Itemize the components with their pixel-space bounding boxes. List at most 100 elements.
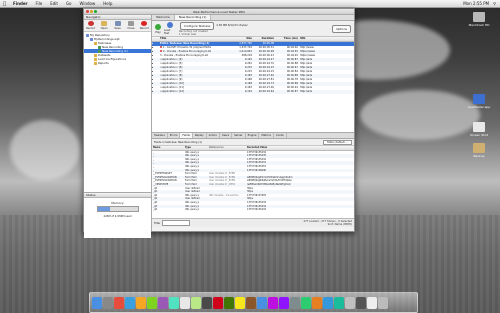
options-button[interactable]: Options <box>332 24 351 33</box>
clock[interactable]: Mon 2:55 PM <box>463 1 489 6</box>
configure-testcase-button[interactable]: Configure Testcase <box>180 21 215 30</box>
record-button[interactable]: Record <box>84 20 97 31</box>
desktop-icon-backup[interactable]: Backup <box>466 143 492 158</box>
field-type: URL query p <box>185 208 200 212</box>
record-button-2[interactable]: Record <box>138 20 151 31</box>
filter-input[interactable] <box>162 220 191 226</box>
menu-go[interactable]: Go <box>62 1 76 6</box>
dock-app-icon[interactable] <box>92 297 102 309</box>
desktop-icon-screenshot[interactable]: Screen Shot <box>466 122 492 137</box>
close-button[interactable]: Close <box>124 20 137 31</box>
app-window: Web Performance Load Tester PRO Navigato… <box>83 8 355 238</box>
col-title[interactable]: Title <box>160 37 234 41</box>
detail-tab[interactable]: Headers <box>152 133 168 138</box>
dock-app-icon[interactable] <box>268 297 278 309</box>
save-button[interactable]: Save <box>111 20 124 31</box>
dock-app-icon[interactable] <box>345 297 355 309</box>
play-button[interactable]: Play <box>152 23 164 34</box>
desktop-icon-label: Macintosh HD <box>468 23 490 27</box>
load-test-button[interactable]: Load Test <box>164 22 176 35</box>
dock-app-icon[interactable] <box>147 297 157 309</box>
detail-tab[interactable]: Actors <box>207 133 220 138</box>
table-row[interactable]: ▸ <application> [12] 9,119 00:00:24.64 00:00… <box>152 90 354 94</box>
detail-tab[interactable]: Metrics <box>259 133 274 138</box>
dock-app-icon[interactable] <box>367 297 377 309</box>
tool-label: Record <box>139 27 149 30</box>
dock-app-icon[interactable] <box>323 297 333 309</box>
detail-tab[interactable]: Engine <box>246 133 260 138</box>
navigator-toolbar: Record Open Save Close Record <box>84 20 151 32</box>
dock-app-icon[interactable] <box>279 297 289 309</box>
col-type[interactable]: Type <box>185 146 209 150</box>
dock-app-icon[interactable] <box>312 297 322 309</box>
detail-tab[interactable]: Errors <box>168 133 181 138</box>
open-button[interactable]: Open <box>97 20 110 31</box>
dock-app-icon[interactable] <box>246 297 256 309</box>
dock-app-icon[interactable] <box>180 297 190 309</box>
tool-label: Record <box>86 27 96 30</box>
field-row[interactable]: _qlt URL query p 1375736135434 <box>152 208 354 212</box>
fields-label: Fields in testcase: New Recording (1) <box>154 140 202 144</box>
close-window-button[interactable] <box>86 10 89 13</box>
dock-app-icon[interactable] <box>114 297 124 309</box>
fields-view-select[interactable]: Table (default ... <box>323 139 352 145</box>
tree-item[interactable]: Reports <box>84 61 151 65</box>
dock-app-icon[interactable] <box>334 297 344 309</box>
minimize-window-button[interactable] <box>90 10 93 13</box>
desktop-icon-hd[interactable]: Macintosh HD <box>466 12 492 27</box>
dock-app-icon[interactable] <box>378 297 388 309</box>
dock-app-icon[interactable] <box>301 297 311 309</box>
tab-welcome[interactable]: Welcome <box>152 15 175 20</box>
menu-help[interactable]: Help <box>99 1 116 6</box>
row-expander-icon[interactable]: ▸ <box>152 90 160 94</box>
tool-label: Open <box>100 27 108 30</box>
filter-sort: Sort: Name (PKED) <box>327 223 352 226</box>
menu-app-name[interactable]: Finder <box>9 1 32 6</box>
dock-app-icon[interactable] <box>125 297 135 309</box>
tree-node-icon <box>86 33 89 37</box>
dock-app-icon[interactable] <box>136 297 146 309</box>
menu-edit[interactable]: Edit <box>46 1 62 6</box>
dock-app-icon[interactable] <box>103 297 113 309</box>
folder-open-icon <box>101 21 108 26</box>
col-time[interactable]: Time (ms) <box>274 37 298 41</box>
field-name: _qlt <box>153 208 158 212</box>
filter-bar: Filter 277 Loaded - 277 Shown - 0 Select… <box>152 218 354 227</box>
menu-window[interactable]: Window <box>76 1 100 6</box>
dock-app-icon[interactable] <box>158 297 168 309</box>
detail-tab[interactable]: Conte <box>274 133 287 138</box>
detail-tab[interactable]: Replay <box>193 133 207 138</box>
size-info: 2.65 MB 8/12/13 rds/sec <box>216 24 248 27</box>
tab-new-recording[interactable]: New Recording (1) <box>174 15 212 20</box>
detail-tab[interactable]: Users <box>220 133 233 138</box>
menu-file[interactable]: File <box>32 1 47 6</box>
spotlight-icon[interactable]: ⚲ <box>493 1 496 6</box>
col-duration[interactable]: Duration <box>252 37 274 41</box>
dock-app-icon[interactable] <box>290 297 300 309</box>
col-name[interactable]: Name <box>152 146 185 150</box>
detail-tab[interactable]: Fields <box>180 133 193 138</box>
detail-tab[interactable]: Server <box>232 133 246 138</box>
zoom-window-button[interactable] <box>94 10 97 13</box>
dock-app-icon[interactable] <box>235 297 245 309</box>
row-size: 9,119 <box>244 90 252 93</box>
tree-node-icon <box>90 37 93 41</box>
apple-menu-icon[interactable]:  <box>0 1 9 7</box>
editor-area: Welcome New Recording (1) Play Load Test… <box>152 15 354 231</box>
col-url[interactable]: URL <box>298 37 326 41</box>
desktop-icon-app[interactable]: LoadTester.app <box>466 94 492 109</box>
dock-app-icon[interactable] <box>356 297 366 309</box>
dock-app-icon[interactable] <box>224 297 234 309</box>
dock-app-icon[interactable] <box>202 297 212 309</box>
dock-app-icon[interactable] <box>191 297 201 309</box>
dock-app-icon[interactable] <box>257 297 267 309</box>
dock-app-icon[interactable] <box>213 297 223 309</box>
memory-bar-fill <box>97 207 111 211</box>
play-icon <box>155 23 161 30</box>
col-datasource[interactable]: Datasource <box>209 146 247 150</box>
col-size[interactable]: Size <box>234 37 252 41</box>
record-icon <box>87 21 94 26</box>
dock-app-icon[interactable] <box>169 297 179 309</box>
col-recorded-value[interactable]: Recorded Value <box>247 146 347 150</box>
fields-bar: Fields in testcase: New Recording (1) Ta… <box>152 139 354 146</box>
